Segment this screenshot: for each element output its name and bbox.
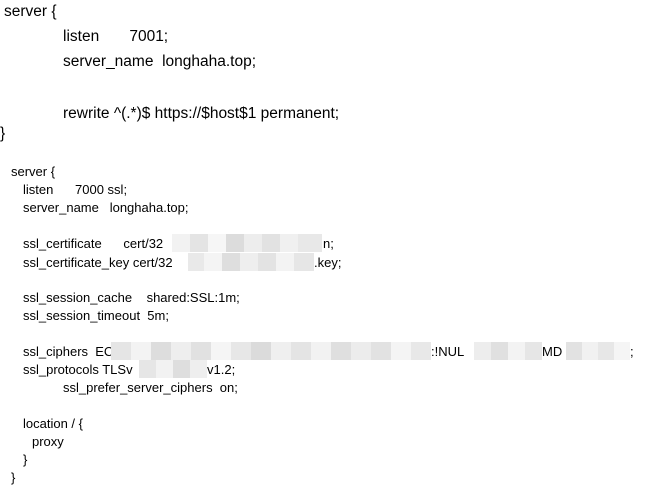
ssl-ciphers-middle1: :!NUL — [431, 344, 465, 359]
block1-rewrite-line: rewrite ^(.*)$ https://$host$1 permanent… — [63, 105, 340, 122]
ssl-ciphers-line: ssl_ciphers EC — [23, 344, 114, 359]
redacted-protocols — [139, 360, 207, 378]
redacted-ciphers-part1 — [111, 342, 431, 360]
redacted-ciphers-part2 — [474, 342, 542, 360]
location-close: } — [23, 452, 28, 467]
ssl-protocols-suffix: v1.2; — [207, 362, 236, 377]
block2-server-close: } — [11, 470, 16, 485]
redacted-certificate-key-name — [188, 253, 314, 271]
ssl-session-timeout-line: ssl_session_timeout 5m; — [23, 308, 169, 323]
block2-listen-line: listen 7000 ssl; — [23, 182, 128, 197]
ssl-certificate-key-suffix: .key; — [314, 255, 342, 270]
block1-server-close: } — [0, 125, 6, 142]
block2-server-name-line: server_name longhaha.top; — [23, 200, 189, 215]
block2-server-open: server { — [11, 164, 56, 179]
ssl-ciphers-suffix: ; — [630, 344, 634, 359]
ssl-certificate-suffix: n; — [323, 236, 334, 251]
ssl-ciphers-middle2: MD — [542, 344, 563, 359]
block1-server-open: server { — [4, 3, 57, 20]
ssl-prefer-server-ciphers-line: ssl_prefer_server_ciphers on; — [63, 380, 238, 395]
proxy-line: proxy — [32, 434, 64, 449]
block1-listen-line: listen 7001; — [63, 28, 169, 45]
ssl-session-cache-line: ssl_session_cache shared:SSL:1m; — [23, 290, 240, 305]
redacted-ciphers-part3 — [566, 342, 630, 360]
location-open: location / { — [23, 416, 83, 431]
block1-server-name-line: server_name longhaha.top; — [63, 53, 257, 70]
ssl-certificate-key-line: ssl_certificate_key cert/32 — [23, 255, 173, 270]
ssl-protocols-line: ssl_protocols TLSv — [23, 362, 133, 377]
redacted-certificate-name — [172, 234, 322, 252]
ssl-certificate-line: ssl_certificate cert/32 — [23, 236, 164, 251]
